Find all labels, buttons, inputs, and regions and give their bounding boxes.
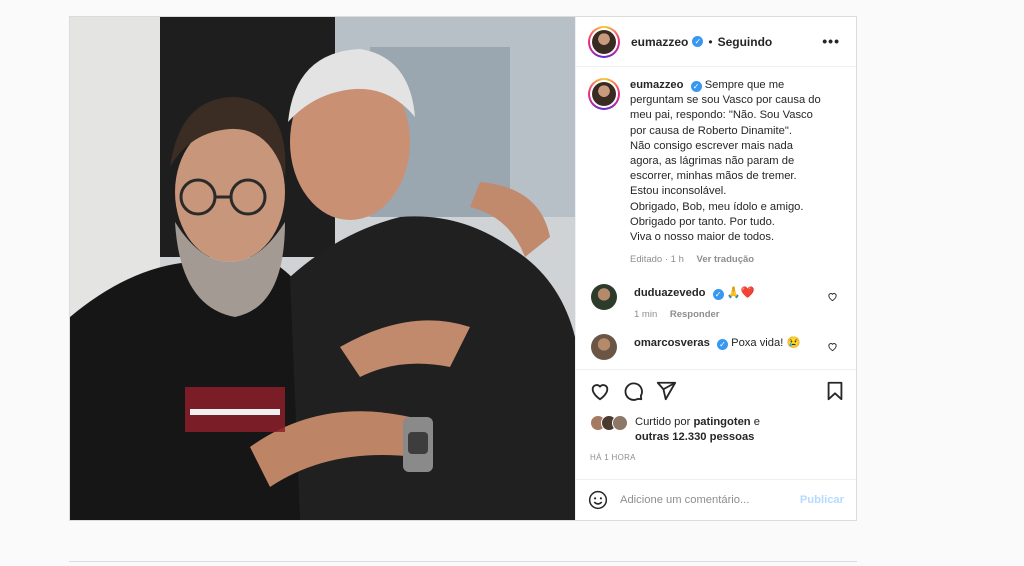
verified-icon: ✓ bbox=[717, 339, 728, 351]
caption-line: Obrigado, Bob, meu ídolo e amigo. bbox=[630, 200, 804, 213]
likes-summary: Curtido por patingoten e outras 12.330 p… bbox=[590, 415, 846, 445]
caption-line: Não consigo escrever mais nada bbox=[630, 139, 793, 152]
heart-icon[interactable] bbox=[589, 380, 611, 402]
likes-text: Curtido por patingoten e outras 12.330 p… bbox=[635, 415, 760, 445]
commenter-username[interactable]: omarcosveras bbox=[634, 337, 710, 349]
verified-icon: ✓ bbox=[712, 289, 724, 301]
comments-section[interactable]: eumazzeo ✓ Sempre que me perguntam se so… bbox=[576, 68, 856, 368]
post-timestamp[interactable]: HÁ 1 HORA bbox=[590, 453, 636, 462]
comment-body: duduazevedo ✓ 🙏❤️ 1 min Responder bbox=[634, 286, 755, 320]
action-bar bbox=[576, 369, 856, 413]
likes-others[interactable]: outras 12.330 pessoas bbox=[635, 431, 754, 443]
post-photo[interactable] bbox=[70, 17, 575, 520]
caption-line: meu pai, respondo: "Não. Sou Vasco bbox=[630, 109, 813, 122]
comment-meta: 1 min Responder bbox=[634, 309, 755, 320]
separator-dot: • bbox=[708, 34, 713, 49]
caption-meta: Editado · 1 h Ver tradução bbox=[630, 252, 844, 267]
caption-line: Viva o nosso maior de todos. bbox=[630, 231, 775, 244]
avatar bbox=[612, 415, 628, 431]
comment-item: omarcosveras ✓ Poxa vida! 😢 bbox=[588, 334, 844, 361]
comment-text: Poxa vida! 😢 bbox=[731, 337, 801, 350]
post-sidebar: eumazzeo ✓ • Seguindo ••• eumazzeo ✓ Sem… bbox=[575, 17, 856, 520]
instagram-post: eumazzeo ✓ • Seguindo ••• eumazzeo ✓ Sem… bbox=[69, 16, 857, 521]
caption-line: Estou inconsolável. bbox=[630, 185, 727, 198]
caption-line: Sempre que me bbox=[704, 79, 785, 91]
likes-suffix: e bbox=[753, 416, 760, 428]
caption-line: Obrigado por tanto. Por tudo. bbox=[630, 215, 775, 228]
author-avatar-ring[interactable] bbox=[588, 25, 620, 58]
verified-icon: ✓ bbox=[690, 81, 702, 92]
author-username[interactable]: eumazzeo bbox=[631, 35, 688, 49]
caption-line: por causa de Roberto Dinamite". bbox=[630, 124, 792, 137]
following-button[interactable]: Seguindo bbox=[718, 35, 773, 49]
likes-prefix: Curtido por bbox=[635, 416, 691, 428]
caption-username[interactable]: eumazzeo bbox=[630, 79, 683, 91]
comment-text: 🙏❤️ bbox=[726, 287, 755, 300]
commenter-avatar[interactable] bbox=[591, 284, 617, 311]
commenter-username[interactable]: duduazevedo bbox=[634, 287, 705, 299]
translate-link[interactable]: Ver tradução bbox=[697, 254, 755, 265]
caption-line: escorrer, minhas mãos de tremer. bbox=[630, 170, 797, 183]
avatar bbox=[592, 29, 616, 54]
heart-icon[interactable] bbox=[827, 341, 838, 352]
reply-button[interactable]: Responder bbox=[670, 309, 720, 320]
verified-icon: ✓ bbox=[692, 36, 704, 47]
caption-line: agora, as lágrimas não param de bbox=[630, 155, 795, 168]
caption-avatar[interactable] bbox=[588, 78, 620, 110]
caption-text: eumazzeo ✓ Sempre que me perguntam se so… bbox=[630, 78, 844, 267]
caption-line: perguntam se sou Vasco por causa do bbox=[630, 94, 821, 107]
publish-button[interactable]: Publicar bbox=[800, 494, 844, 506]
share-icon[interactable] bbox=[655, 380, 677, 402]
comment-item: duduazevedo ✓ 🙏❤️ 1 min Responder bbox=[588, 284, 844, 320]
feed-divider bbox=[69, 561, 857, 562]
caption-time: Editado · 1 h bbox=[630, 254, 684, 266]
comment-body: omarcosveras ✓ Poxa vida! 😢 bbox=[634, 336, 800, 360]
more-icon[interactable]: ••• bbox=[822, 33, 840, 49]
post-header: eumazzeo ✓ • Seguindo ••• bbox=[576, 17, 856, 67]
emoji-icon[interactable] bbox=[588, 490, 608, 510]
comment-input[interactable]: Adicione um comentário... bbox=[620, 494, 800, 506]
add-comment-bar: Adicione um comentário... Publicar bbox=[576, 479, 856, 520]
comment-time: 1 min bbox=[634, 309, 658, 321]
commenter-avatar[interactable] bbox=[591, 334, 617, 361]
likers-avatars[interactable] bbox=[590, 415, 628, 445]
heart-icon[interactable] bbox=[827, 291, 838, 302]
comment-icon[interactable] bbox=[622, 380, 644, 402]
liker-username[interactable]: patingoten bbox=[693, 416, 750, 428]
avatar bbox=[592, 82, 616, 106]
bookmark-icon[interactable] bbox=[824, 380, 846, 402]
caption: eumazzeo ✓ Sempre que me perguntam se so… bbox=[588, 78, 844, 267]
